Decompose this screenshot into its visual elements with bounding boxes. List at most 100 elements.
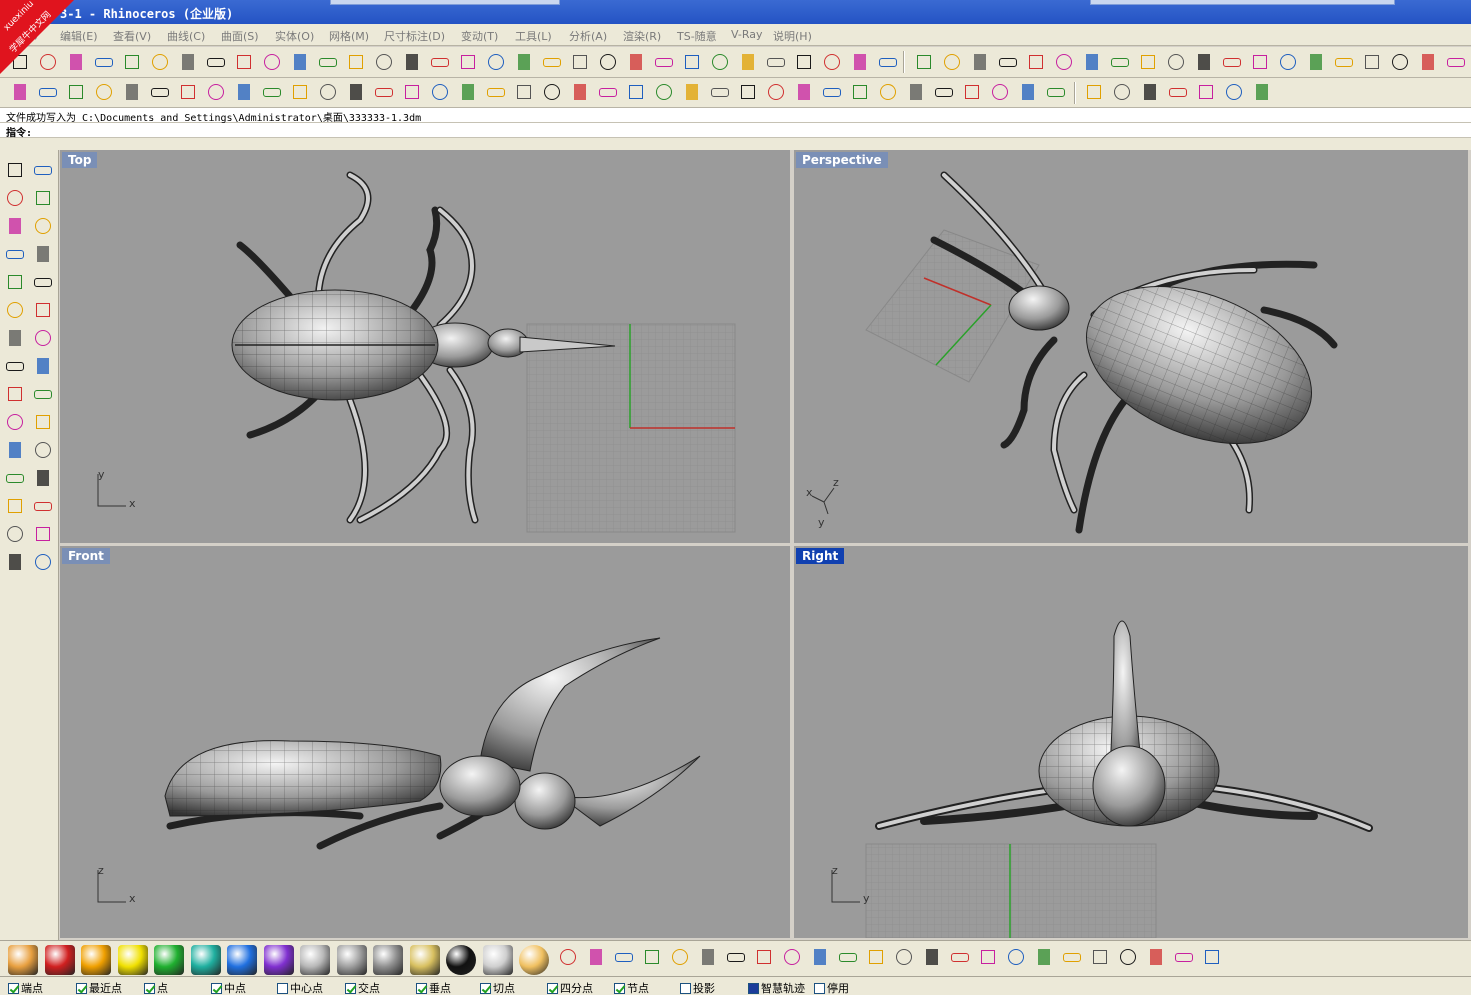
surface-tool-28-button[interactable] xyxy=(792,80,816,104)
surface-tool-8-button[interactable] xyxy=(232,80,256,104)
standard-tool-24-button[interactable] xyxy=(680,50,704,74)
standard-tool-16-button[interactable] xyxy=(456,50,480,74)
standard-tool-42-button[interactable] xyxy=(1192,50,1216,74)
standard-tool-48-button[interactable] xyxy=(1360,50,1384,74)
render-tool-4-button[interactable] xyxy=(668,945,692,969)
standard-tool-13-button[interactable] xyxy=(372,50,396,74)
render-tool-9-button[interactable] xyxy=(808,945,832,969)
menu-vray[interactable]: V-Ray xyxy=(731,28,763,41)
left-tool-a13-button[interactable] xyxy=(3,522,27,546)
render-tool-21-button[interactable] xyxy=(1144,945,1168,969)
menu-help[interactable]: 说明(H) xyxy=(773,28,812,44)
render-tool-16-button[interactable] xyxy=(1004,945,1028,969)
surface-tool-41-button[interactable] xyxy=(1166,80,1190,104)
standard-tool-46-button[interactable] xyxy=(1304,50,1328,74)
left-tool-b12-button[interactable] xyxy=(31,494,55,518)
render-tool-2-button[interactable] xyxy=(612,945,636,969)
surface-tool-27-button[interactable] xyxy=(764,80,788,104)
surface-tool-17-button[interactable] xyxy=(484,80,508,104)
left-tool-b8-button[interactable] xyxy=(31,382,55,406)
standard-tool-28-button[interactable] xyxy=(792,50,816,74)
render-tool-1-button[interactable] xyxy=(584,945,608,969)
surface-tool-10-button[interactable] xyxy=(288,80,312,104)
material-swatch-2-button[interactable] xyxy=(81,945,111,975)
standard-tool-27-button[interactable] xyxy=(764,50,788,74)
viewport-label-front[interactable]: Front xyxy=(62,548,110,564)
surface-tool-7-button[interactable] xyxy=(204,80,228,104)
left-tool-a1-button[interactable] xyxy=(3,186,27,210)
menu-view[interactable]: 查看(V) xyxy=(113,28,151,44)
osnap-checkbox[interactable] xyxy=(8,983,19,994)
surface-tool-6-button[interactable] xyxy=(176,80,200,104)
standard-tool-9-button[interactable] xyxy=(260,50,284,74)
surface-tool-16-button[interactable] xyxy=(456,80,480,104)
menu-dimension[interactable]: 尺寸标注(D) xyxy=(384,28,445,44)
left-tool-b3-button[interactable] xyxy=(31,242,55,266)
material-swatch-10-button[interactable] xyxy=(373,945,403,975)
material-swatch-12-button[interactable] xyxy=(446,945,476,975)
render-tool-19-button[interactable] xyxy=(1088,945,1112,969)
osnap-10[interactable]: 投影 xyxy=(680,980,715,995)
standard-tool-44-button[interactable] xyxy=(1248,50,1272,74)
viewport-right[interactable]: Right z y xyxy=(794,546,1468,938)
surface-tool-11-button[interactable] xyxy=(316,80,340,104)
surface-tool-43-button[interactable] xyxy=(1222,80,1246,104)
left-tool-a9-button[interactable] xyxy=(3,410,27,434)
left-tool-b2-button[interactable] xyxy=(31,214,55,238)
surface-tool-40-button[interactable] xyxy=(1138,80,1162,104)
standard-tool-18-button[interactable] xyxy=(512,50,536,74)
surface-tool-22-button[interactable] xyxy=(624,80,648,104)
material-swatch-1-button[interactable] xyxy=(44,945,75,975)
standard-tool-10-button[interactable] xyxy=(288,50,312,74)
osnap-7[interactable]: 切点 xyxy=(480,980,515,995)
osnap-6[interactable]: 垂点 xyxy=(416,980,451,995)
surface-tool-14-button[interactable] xyxy=(400,80,424,104)
material-swatch-7-button[interactable] xyxy=(263,945,294,975)
surface-tool-5-button[interactable] xyxy=(148,80,172,104)
render-tool-0-button[interactable] xyxy=(556,945,580,969)
left-tool-b10-button[interactable] xyxy=(31,438,55,462)
standard-tool-17-button[interactable] xyxy=(484,50,508,74)
viewport-label-perspective[interactable]: Perspective xyxy=(796,152,888,168)
surface-tool-18-button[interactable] xyxy=(512,80,536,104)
standard-tool-5-button[interactable] xyxy=(148,50,172,74)
surface-tool-15-button[interactable] xyxy=(428,80,452,104)
menu-ts[interactable]: TS-随意 xyxy=(677,28,717,44)
left-tool-b7-button[interactable] xyxy=(31,354,55,378)
material-swatch-14-button[interactable] xyxy=(519,945,549,975)
osnap-checkbox[interactable] xyxy=(680,983,691,994)
left-tool-b13-button[interactable] xyxy=(31,522,55,546)
osnap-checkbox[interactable] xyxy=(748,983,759,994)
surface-tool-33-button[interactable] xyxy=(932,80,956,104)
surface-tool-38-button[interactable] xyxy=(1082,80,1106,104)
menu-mesh[interactable]: 网格(M) xyxy=(329,28,369,44)
left-tool-a10-button[interactable] xyxy=(3,438,27,462)
standard-tool-19-button[interactable] xyxy=(540,50,564,74)
surface-tool-9-button[interactable] xyxy=(260,80,284,104)
render-tool-8-button[interactable] xyxy=(780,945,804,969)
osnap-checkbox[interactable] xyxy=(480,983,491,994)
standard-tool-21-button[interactable] xyxy=(596,50,620,74)
standard-tool-4-button[interactable] xyxy=(120,50,144,74)
left-tool-b5-button[interactable] xyxy=(31,298,55,322)
left-tool-a0-button[interactable] xyxy=(3,158,27,182)
viewport-label-right[interactable]: Right xyxy=(796,548,845,564)
left-tool-a14-button[interactable] xyxy=(3,550,27,574)
osnap-8[interactable]: 四分点 xyxy=(547,980,593,995)
osnap-0[interactable]: 端点 xyxy=(8,980,43,995)
menu-tools[interactable]: 工具(L) xyxy=(515,28,552,44)
osnap-checkbox[interactable] xyxy=(814,983,825,994)
osnap-4[interactable]: 中心点 xyxy=(277,980,323,995)
surface-tool-44-button[interactable] xyxy=(1250,80,1274,104)
left-tool-b4-button[interactable] xyxy=(31,270,55,294)
standard-tool-20-button[interactable] xyxy=(568,50,592,74)
render-tool-15-button[interactable] xyxy=(976,945,1000,969)
viewport-front[interactable]: Front z x xyxy=(60,546,790,938)
material-swatch-3-button[interactable] xyxy=(117,945,148,975)
material-swatch-0-button[interactable] xyxy=(8,945,38,975)
osnap-checkbox[interactable] xyxy=(211,983,222,994)
surface-tool-13-button[interactable] xyxy=(372,80,396,104)
osnap-1[interactable]: 最近点 xyxy=(76,980,122,995)
osnap-checkbox[interactable] xyxy=(614,983,625,994)
render-tool-5-button[interactable] xyxy=(696,945,720,969)
